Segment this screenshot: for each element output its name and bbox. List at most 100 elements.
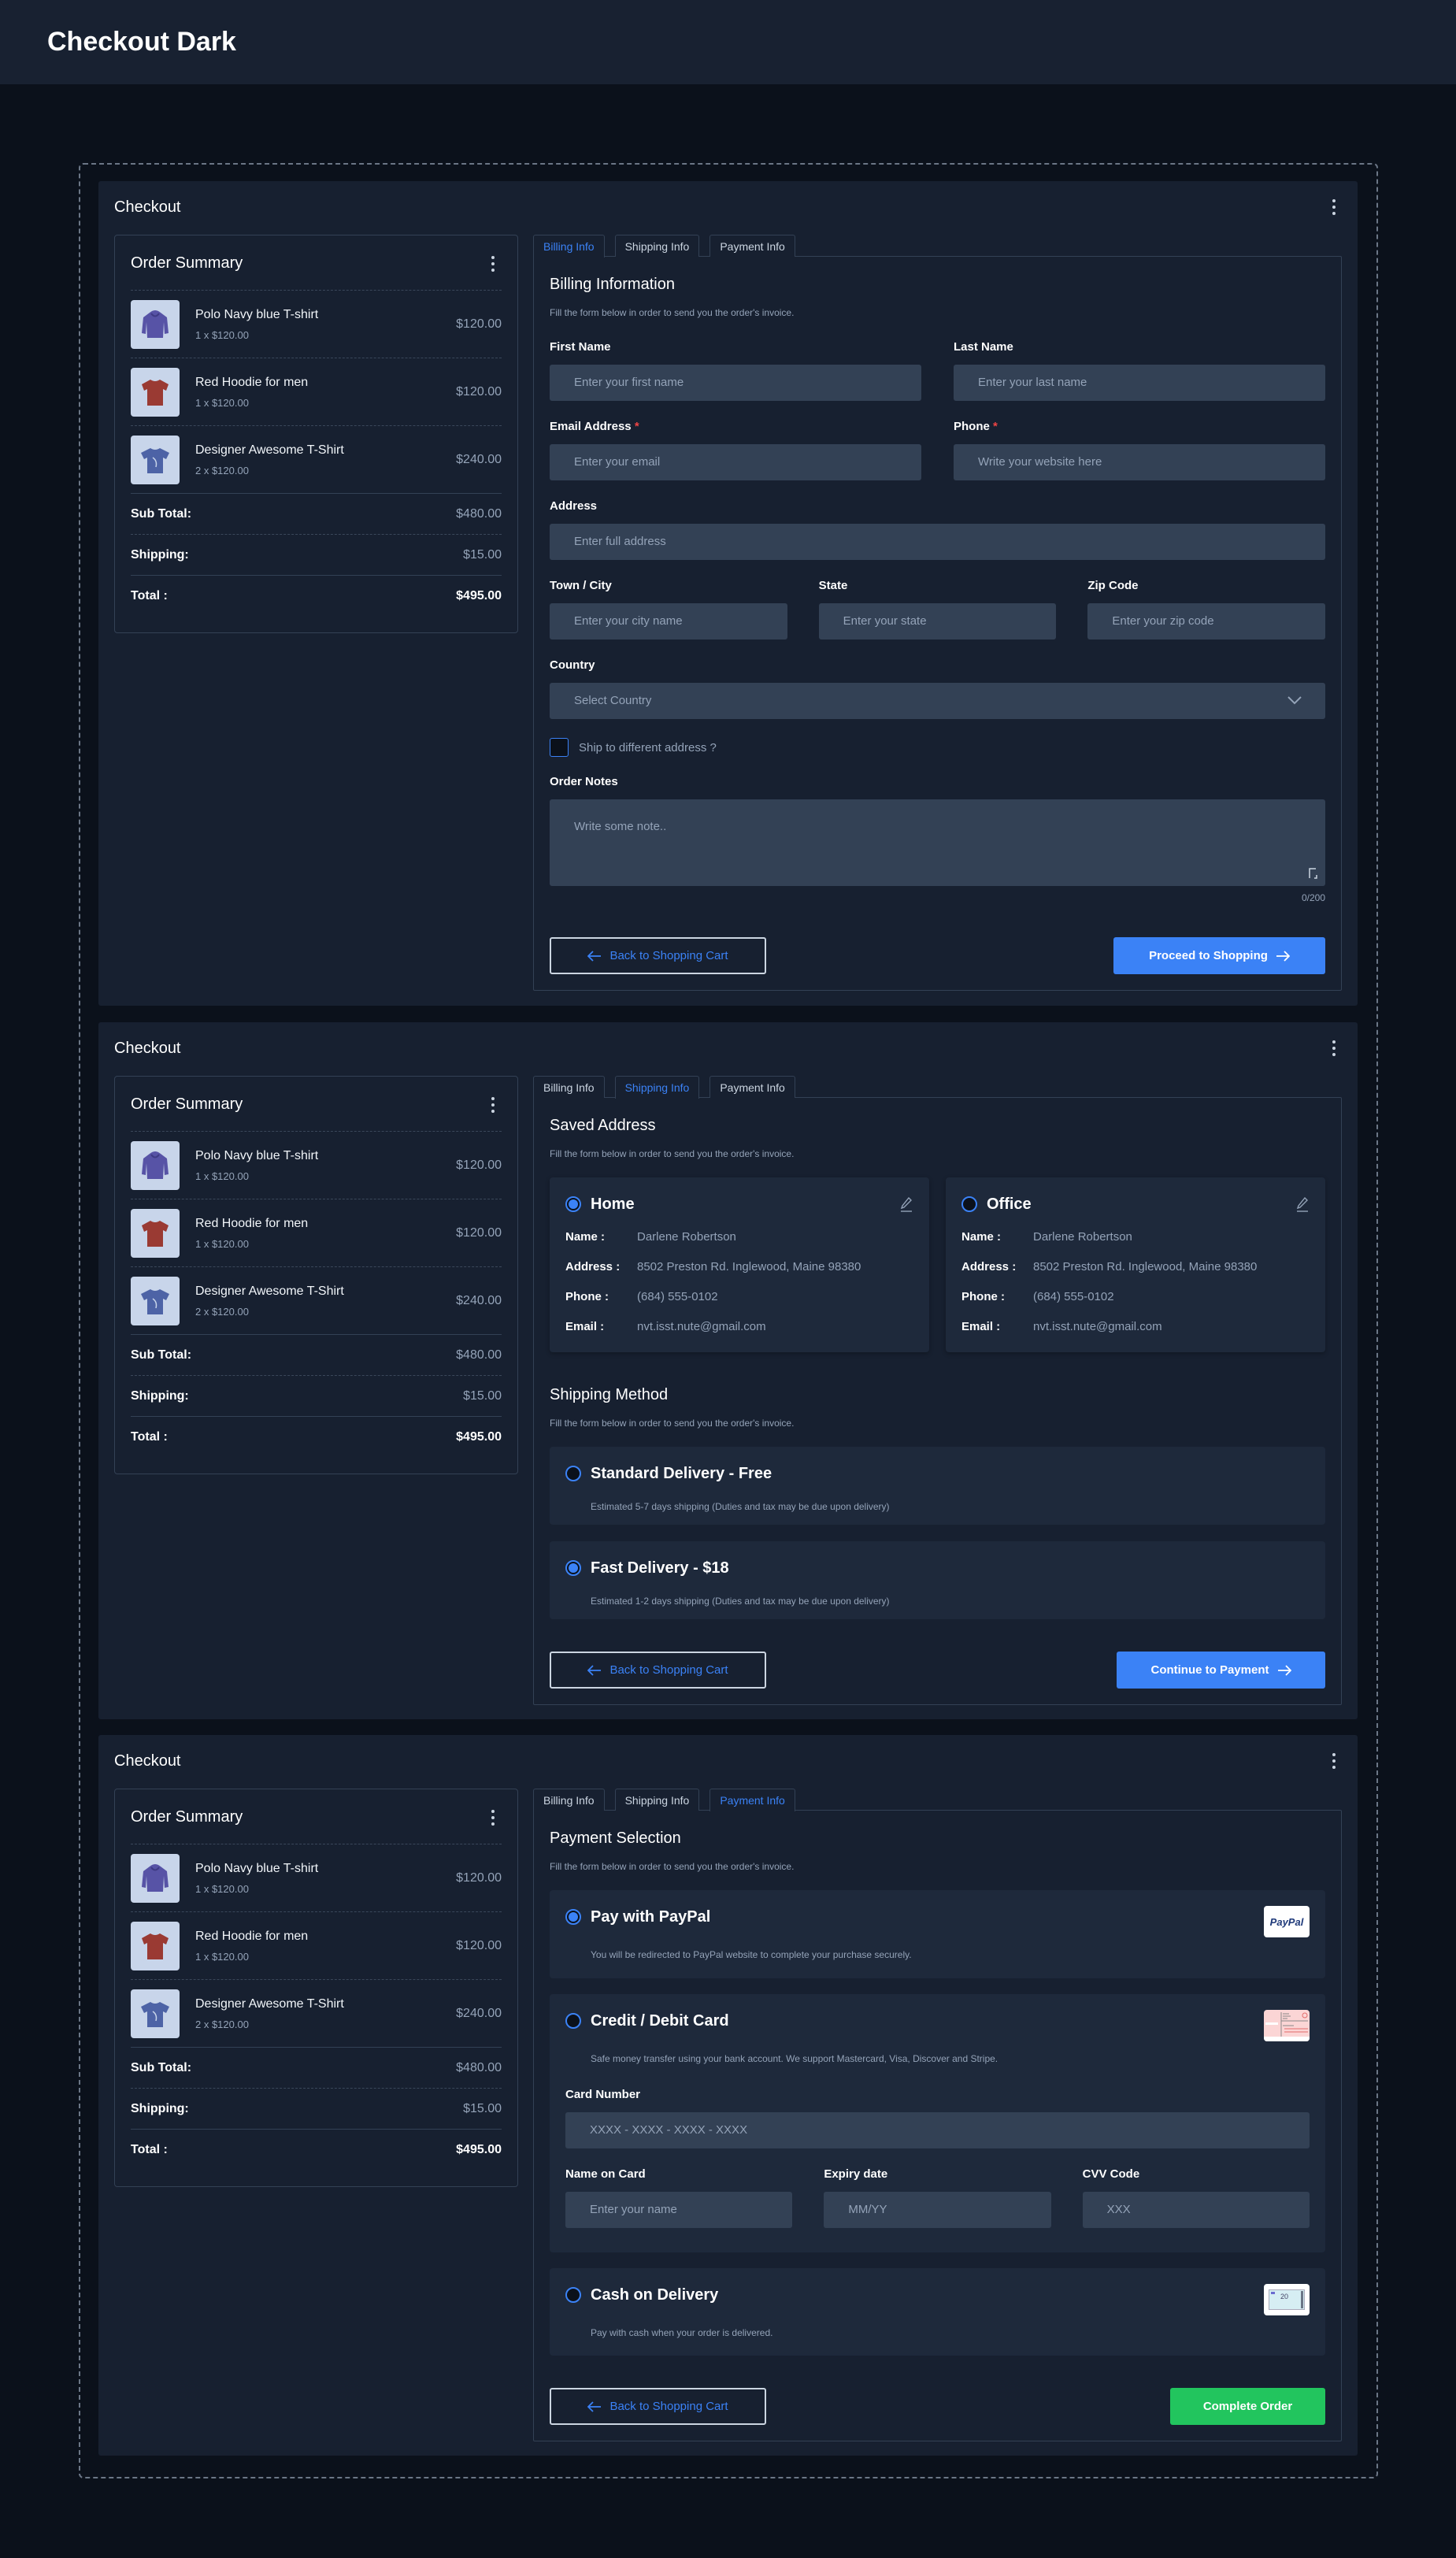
item-quantity: 1 x $120.00 (195, 1170, 249, 1182)
tab-shipping-info[interactable]: Shipping Info (614, 235, 700, 257)
item-name: Polo Navy blue T-shirt (195, 1149, 319, 1162)
total-value: $495.00 (456, 2143, 502, 2156)
payment-radio-card[interactable] (565, 2013, 581, 2029)
name-value: Darlene Robertson (1033, 1230, 1132, 1244)
ship-different-checkbox-row[interactable]: Ship to different address ? (550, 738, 1325, 757)
tab-billing-info[interactable]: Billing Info (533, 1789, 605, 1811)
payment-panel: Payment Selection Fill the form below in… (533, 1810, 1342, 2441)
more-options-icon[interactable] (1332, 199, 1336, 215)
product-image (131, 299, 180, 349)
payment-radio-cash[interactable] (565, 2287, 581, 2303)
shipping-option-standard[interactable]: Standard Delivery - Free Estimated 5-7 d… (550, 1447, 1325, 1525)
payment-option-paypal[interactable]: Pay with PayPal You will be redirected t… (550, 1890, 1325, 1978)
last-name-input[interactable]: Enter your last name (954, 365, 1325, 401)
tab-shipping-info[interactable]: Shipping Info (614, 1789, 700, 1811)
payment-radio-paypal[interactable] (565, 1909, 581, 1925)
payment-option-card[interactable]: Credit / Debit Card Safe money transfer … (550, 1994, 1325, 2252)
more-options-icon[interactable] (491, 256, 495, 272)
address-card-office[interactable]: Office Name : Darlene Robertson Address :… (946, 1177, 1325, 1352)
item-price: $120.00 (456, 1225, 502, 1240)
ship-different-label: Ship to different address ? (579, 740, 717, 754)
payment-option-desc: Pay with cash when your order is deliver… (591, 2327, 773, 2338)
item-price: $120.00 (456, 1938, 502, 1952)
address-card-home[interactable]: Home Name : Darlene Robertson Address : 85… (550, 1177, 929, 1352)
tab-payment-info[interactable]: Payment Info (709, 235, 795, 257)
total-row: Total : $495.00 (131, 2130, 502, 2171)
tab-billing-info[interactable]: Billing Info (533, 235, 605, 258)
city-input[interactable]: Enter your city name (550, 603, 787, 640)
proceed-button[interactable]: Proceed to Shopping (1113, 937, 1325, 974)
tab-payment-info[interactable]: Payment Info (709, 1789, 795, 1811)
shipping-option-fast[interactable]: Fast Delivery - $18 Estimated 1-2 days s… (550, 1541, 1325, 1619)
required-mark: * (993, 420, 998, 433)
back-to-cart-button[interactable]: Back to Shopping Cart (550, 2388, 766, 2425)
total-label: Total : (131, 589, 168, 602)
section-title: Checkout (114, 1752, 181, 1770)
order-notes-label: Order Notes (550, 775, 618, 788)
total-row: Total : $495.00 (131, 1417, 502, 1458)
first-name-input[interactable]: Enter your first name (550, 365, 921, 401)
card-number-input[interactable]: XXXX - XXXX - XXXX - XXXX (565, 2112, 1310, 2148)
shipping-option-desc: Estimated 5-7 days shipping (Duties and … (591, 1501, 890, 1512)
address-radio-office[interactable] (961, 1196, 977, 1212)
phone-input[interactable]: Write your website here (954, 444, 1325, 480)
item-price: $240.00 (456, 452, 502, 466)
tab-shipping-info[interactable]: Shipping Info (614, 1076, 700, 1099)
order-item: Polo Navy blue T-shirt 1 x $120.00 $120.0… (131, 1844, 502, 1912)
name-value: Darlene Robertson (637, 1230, 736, 1244)
top-bar: Checkout Dark (0, 0, 1456, 84)
product-image (131, 1853, 180, 1903)
resize-handle-icon[interactable] (1309, 868, 1318, 879)
shipping-row: Shipping: $15.00 (131, 535, 502, 576)
order-item: Red Hoodie for men 1 x $120.00 $120.00 (131, 358, 502, 426)
shipping-radio-standard[interactable] (565, 1466, 581, 1481)
item-quantity: 2 x $120.00 (195, 2019, 249, 2030)
arrow-right-icon (1277, 1664, 1291, 1676)
complete-order-button[interactable]: Complete Order (1170, 2388, 1325, 2425)
shipping-value: $15.00 (463, 547, 502, 562)
page-title: Checkout Dark (47, 27, 236, 57)
back-to-cart-button[interactable]: Back to Shopping Cart (550, 937, 766, 974)
more-options-icon[interactable] (1332, 1040, 1336, 1056)
item-price: $240.00 (456, 2006, 502, 2020)
expiry-input[interactable]: MM/YY (824, 2192, 1051, 2228)
more-options-icon[interactable] (1332, 1753, 1336, 1769)
card-number-label: Card Number (565, 2088, 641, 2101)
email-input[interactable]: Enter your email (550, 444, 921, 480)
more-options-icon[interactable] (491, 1097, 495, 1113)
email-key: Email : (961, 1320, 1001, 1333)
edit-pencil-icon[interactable] (899, 1196, 913, 1212)
edit-pencil-icon[interactable] (1295, 1196, 1310, 1212)
item-price: $120.00 (456, 384, 502, 399)
checkout-shipping-section: Checkout Order Summary Polo Navy blue T-… (98, 1022, 1358, 1719)
country-select[interactable]: Select Country (550, 683, 1325, 719)
back-to-cart-label: Back to Shopping Cart (609, 1663, 728, 1677)
state-input[interactable]: Enter your state (818, 603, 1057, 640)
name-on-card-input[interactable]: Enter your name (565, 2192, 793, 2228)
ship-different-checkbox[interactable] (550, 738, 569, 757)
order-item: Designer Awesome T-Shirt 2 x $120.00 $240… (131, 426, 502, 494)
item-quantity: 1 x $120.00 (195, 1238, 249, 1250)
tab-payment-info[interactable]: Payment Info (709, 1076, 795, 1098)
name-on-card-label: Name on Card (565, 2167, 646, 2181)
shipping-label: Shipping: (131, 1388, 189, 1403)
subtotal-label: Sub Total: (131, 1348, 192, 1362)
zip-input[interactable]: Enter your zip code (1087, 603, 1326, 640)
payment-option-cash[interactable]: Cash on Delivery Pay with cash when your… (550, 2268, 1325, 2356)
order-notes-textarea[interactable]: Write some note.. (550, 799, 1325, 886)
item-quantity: 2 x $120.00 (195, 465, 249, 476)
email-value: nvt.isst.nute@gmail.com (1033, 1320, 1162, 1333)
country-select-value: Select Country (574, 694, 652, 707)
address-input[interactable]: Enter full address (550, 524, 1325, 560)
tab-billing-info[interactable]: Billing Info (533, 1076, 605, 1098)
shipping-radio-fast[interactable] (565, 1560, 581, 1576)
payment-option-desc: Safe money transfer using your bank acco… (591, 2053, 998, 2064)
product-image (131, 367, 180, 417)
address-radio-home[interactable] (565, 1196, 581, 1212)
cheque-icon (1264, 2010, 1310, 2041)
cvv-input[interactable]: XXX (1082, 2192, 1310, 2228)
back-to-cart-button[interactable]: Back to Shopping Cart (550, 1652, 766, 1689)
continue-to-payment-button[interactable]: Continue to Payment (1117, 1652, 1325, 1689)
shipping-option-title: Standard Delivery - Free (591, 1464, 772, 1482)
more-options-icon[interactable] (491, 1810, 495, 1826)
